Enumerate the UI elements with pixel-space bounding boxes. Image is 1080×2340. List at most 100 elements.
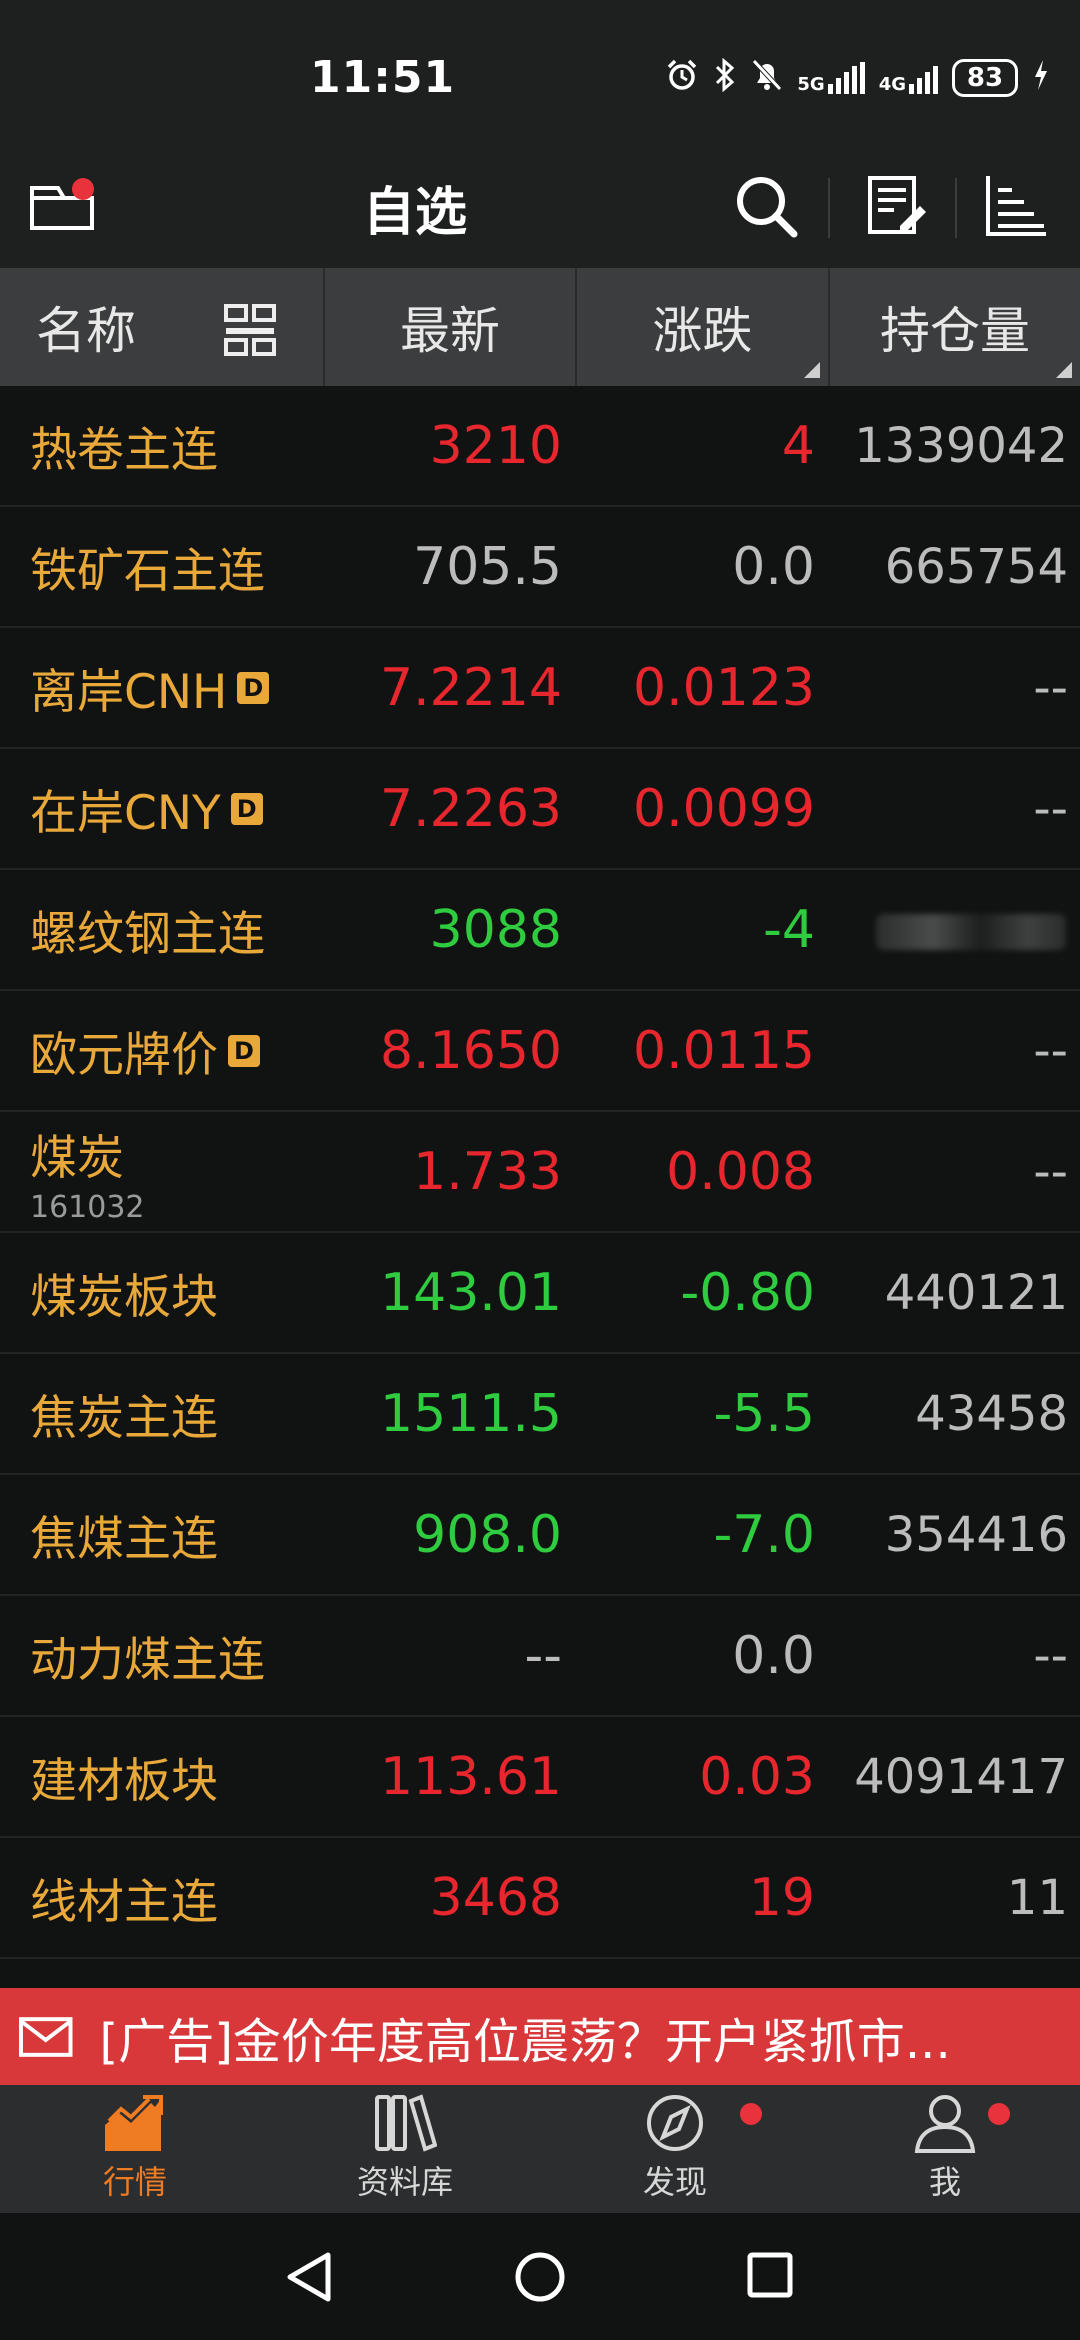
latest-price: 7.2214 [380, 657, 562, 718]
column-name[interactable]: 名称 [0, 268, 325, 386]
instrument-name-cell: 螺纹钢主连 [30, 870, 265, 989]
table-row[interactable]: 煤炭板块 143.01 -0.80 440121 [0, 1233, 1080, 1354]
table-row[interactable]: 螺纹钢主连 3088 -4 [0, 870, 1080, 991]
instrument-code: 161032 [30, 1189, 145, 1225]
instrument-name-text: 热卷主连 [30, 423, 218, 478]
back-icon[interactable] [284, 2251, 334, 2303]
price-change: 0.0115 [633, 1020, 815, 1081]
instrument-name: 热卷主连 [30, 411, 218, 480]
table-row[interactable]: 焦煤主连 908.0 -7.0 354416 [0, 1475, 1080, 1596]
instrument-name-text: 煤炭 [30, 1130, 124, 1186]
bottom-tab-bar: 行情 资料库 发现 我 [0, 2085, 1080, 2213]
tab-label: 行情 [102, 2163, 167, 2201]
tab-market[interactable]: 行情 [0, 2085, 270, 2213]
latest-price: 113.61 [380, 1746, 562, 1807]
folder-button[interactable] [28, 170, 98, 240]
recents-icon[interactable] [746, 2251, 794, 2299]
table-row[interactable]: 在岸CNY D 7.2263 0.0099 -- [0, 749, 1080, 870]
tab-me[interactable]: 我 [810, 2085, 1080, 2213]
instrument-name: 线材主连 [30, 1863, 218, 1932]
table-row[interactable]: 线材主连 3468 19 11 [0, 1838, 1080, 1959]
table-row[interactable]: 煤炭 161032 1.733 0.008 -- [0, 1112, 1080, 1233]
open-interest: -- [1033, 659, 1068, 716]
sort-button[interactable] [980, 170, 1052, 242]
mute-icon [751, 58, 783, 98]
column-oi-label: 持仓量 [880, 302, 1030, 360]
instrument-name-text: 在岸CNY [30, 786, 221, 841]
status-icons: 5G 4G 83 [665, 55, 1050, 100]
open-interest: -- [1033, 1627, 1068, 1684]
system-nav-bar [0, 2213, 1080, 2340]
open-interest: 354416 [884, 1506, 1068, 1563]
search-button[interactable] [730, 170, 802, 242]
instrument-name: 动力煤主连 [30, 1621, 265, 1690]
grid-layout-icon[interactable] [222, 302, 278, 358]
latest-price: 143.01 [380, 1262, 562, 1323]
instrument-name: 铁矿石主连 [30, 532, 265, 601]
instrument-name-cell: 煤炭板块 [30, 1233, 218, 1352]
instrument-name-cell: 离岸CNH D [30, 628, 270, 747]
table-row[interactable]: 建材板块 113.61 0.03 4091417 [0, 1717, 1080, 1838]
open-interest: 4091417 [854, 1748, 1068, 1805]
instrument-name-text: 建材板块 [30, 1754, 218, 1809]
watchlist: 热卷主连 3210 4 1339042 铁矿石主连 705.5 0.0 665754 离岸CNH… [0, 386, 1080, 1959]
instrument-name-text: 离岸CNH [30, 665, 228, 720]
column-open-interest[interactable]: 持仓量 [830, 268, 1080, 386]
bluetooth-icon [713, 57, 737, 98]
column-header: 名称 最新 涨跌 持仓量 [0, 268, 1080, 386]
signal-4g: 4G [879, 62, 938, 94]
column-latest[interactable]: 最新 [325, 268, 577, 386]
home-icon[interactable] [514, 2251, 566, 2303]
instrument-name: 欧元牌价 D [30, 1016, 260, 1085]
instrument-name-cell: 铁矿石主连 [30, 507, 265, 626]
instrument-name: 煤炭 [30, 1119, 124, 1188]
open-interest: 1339042 [854, 417, 1068, 474]
column-change[interactable]: 涨跌 [577, 268, 830, 386]
column-latest-label: 最新 [400, 302, 500, 360]
notification-dot [988, 2103, 1010, 2125]
edit-list-icon [868, 176, 926, 234]
instrument-name-cell: 焦炭主连 [30, 1354, 218, 1473]
price-change: 0.0 [732, 536, 815, 597]
table-row[interactable]: 热卷主连 3210 4 1339042 [0, 386, 1080, 507]
open-interest: -- [1033, 1143, 1068, 1200]
edit-list-button[interactable] [860, 170, 932, 242]
search-icon [737, 177, 798, 238]
open-interest: 43458 [915, 1385, 1068, 1442]
instrument-name: 在岸CNY D [30, 774, 263, 843]
library-books-icon [375, 2094, 437, 2152]
instrument-name: 螺纹钢主连 [30, 895, 265, 964]
bar-sort-icon [986, 176, 1046, 236]
delayed-badge: D [237, 671, 270, 704]
table-row[interactable]: 焦炭主连 1511.5 -5.5 43458 [0, 1354, 1080, 1475]
status-time: 11:51 [310, 52, 456, 103]
tab-discover[interactable]: 发现 [540, 2085, 810, 2213]
delayed-badge: D [228, 1034, 260, 1067]
divider [828, 178, 830, 238]
column-change-label: 涨跌 [652, 302, 753, 360]
price-change: -7.0 [713, 1504, 815, 1565]
latest-price: 3088 [429, 899, 562, 960]
top-app-bar: 自选 [0, 150, 1080, 268]
latest-price: 3210 [429, 415, 562, 476]
instrument-name-cell: 建材板块 [30, 1717, 218, 1836]
instrument-name: 离岸CNH D [30, 653, 270, 722]
instrument-name-cell: 热卷主连 [30, 386, 218, 505]
mail-icon [18, 2016, 73, 2057]
price-change: 0.0099 [633, 778, 815, 839]
instrument-name-text: 焦煤主连 [30, 1512, 218, 1567]
latest-price: 7.2263 [380, 778, 562, 839]
page-title: 自选 [362, 183, 467, 243]
tab-library[interactable]: 资料库 [270, 2085, 540, 2213]
instrument-name-text: 动力煤主连 [30, 1633, 265, 1688]
table-row[interactable]: 离岸CNH D 7.2214 0.0123 -- [0, 628, 1080, 749]
table-row[interactable]: 动力煤主连 -- 0.0 -- [0, 1596, 1080, 1717]
table-row[interactable]: 欧元牌价 D 8.1650 0.0115 -- [0, 991, 1080, 1112]
price-change: -4 [763, 899, 815, 960]
open-interest: -- [1033, 1022, 1068, 1079]
price-change: 0.008 [666, 1141, 815, 1202]
tab-label: 我 [928, 2163, 961, 2201]
table-row[interactable]: 铁矿石主连 705.5 0.0 665754 [0, 507, 1080, 628]
latest-price: 3468 [429, 1867, 562, 1928]
ad-banner[interactable]: [广告]金价年度高位震荡？开户紧抓市... [0, 1988, 1080, 2085]
